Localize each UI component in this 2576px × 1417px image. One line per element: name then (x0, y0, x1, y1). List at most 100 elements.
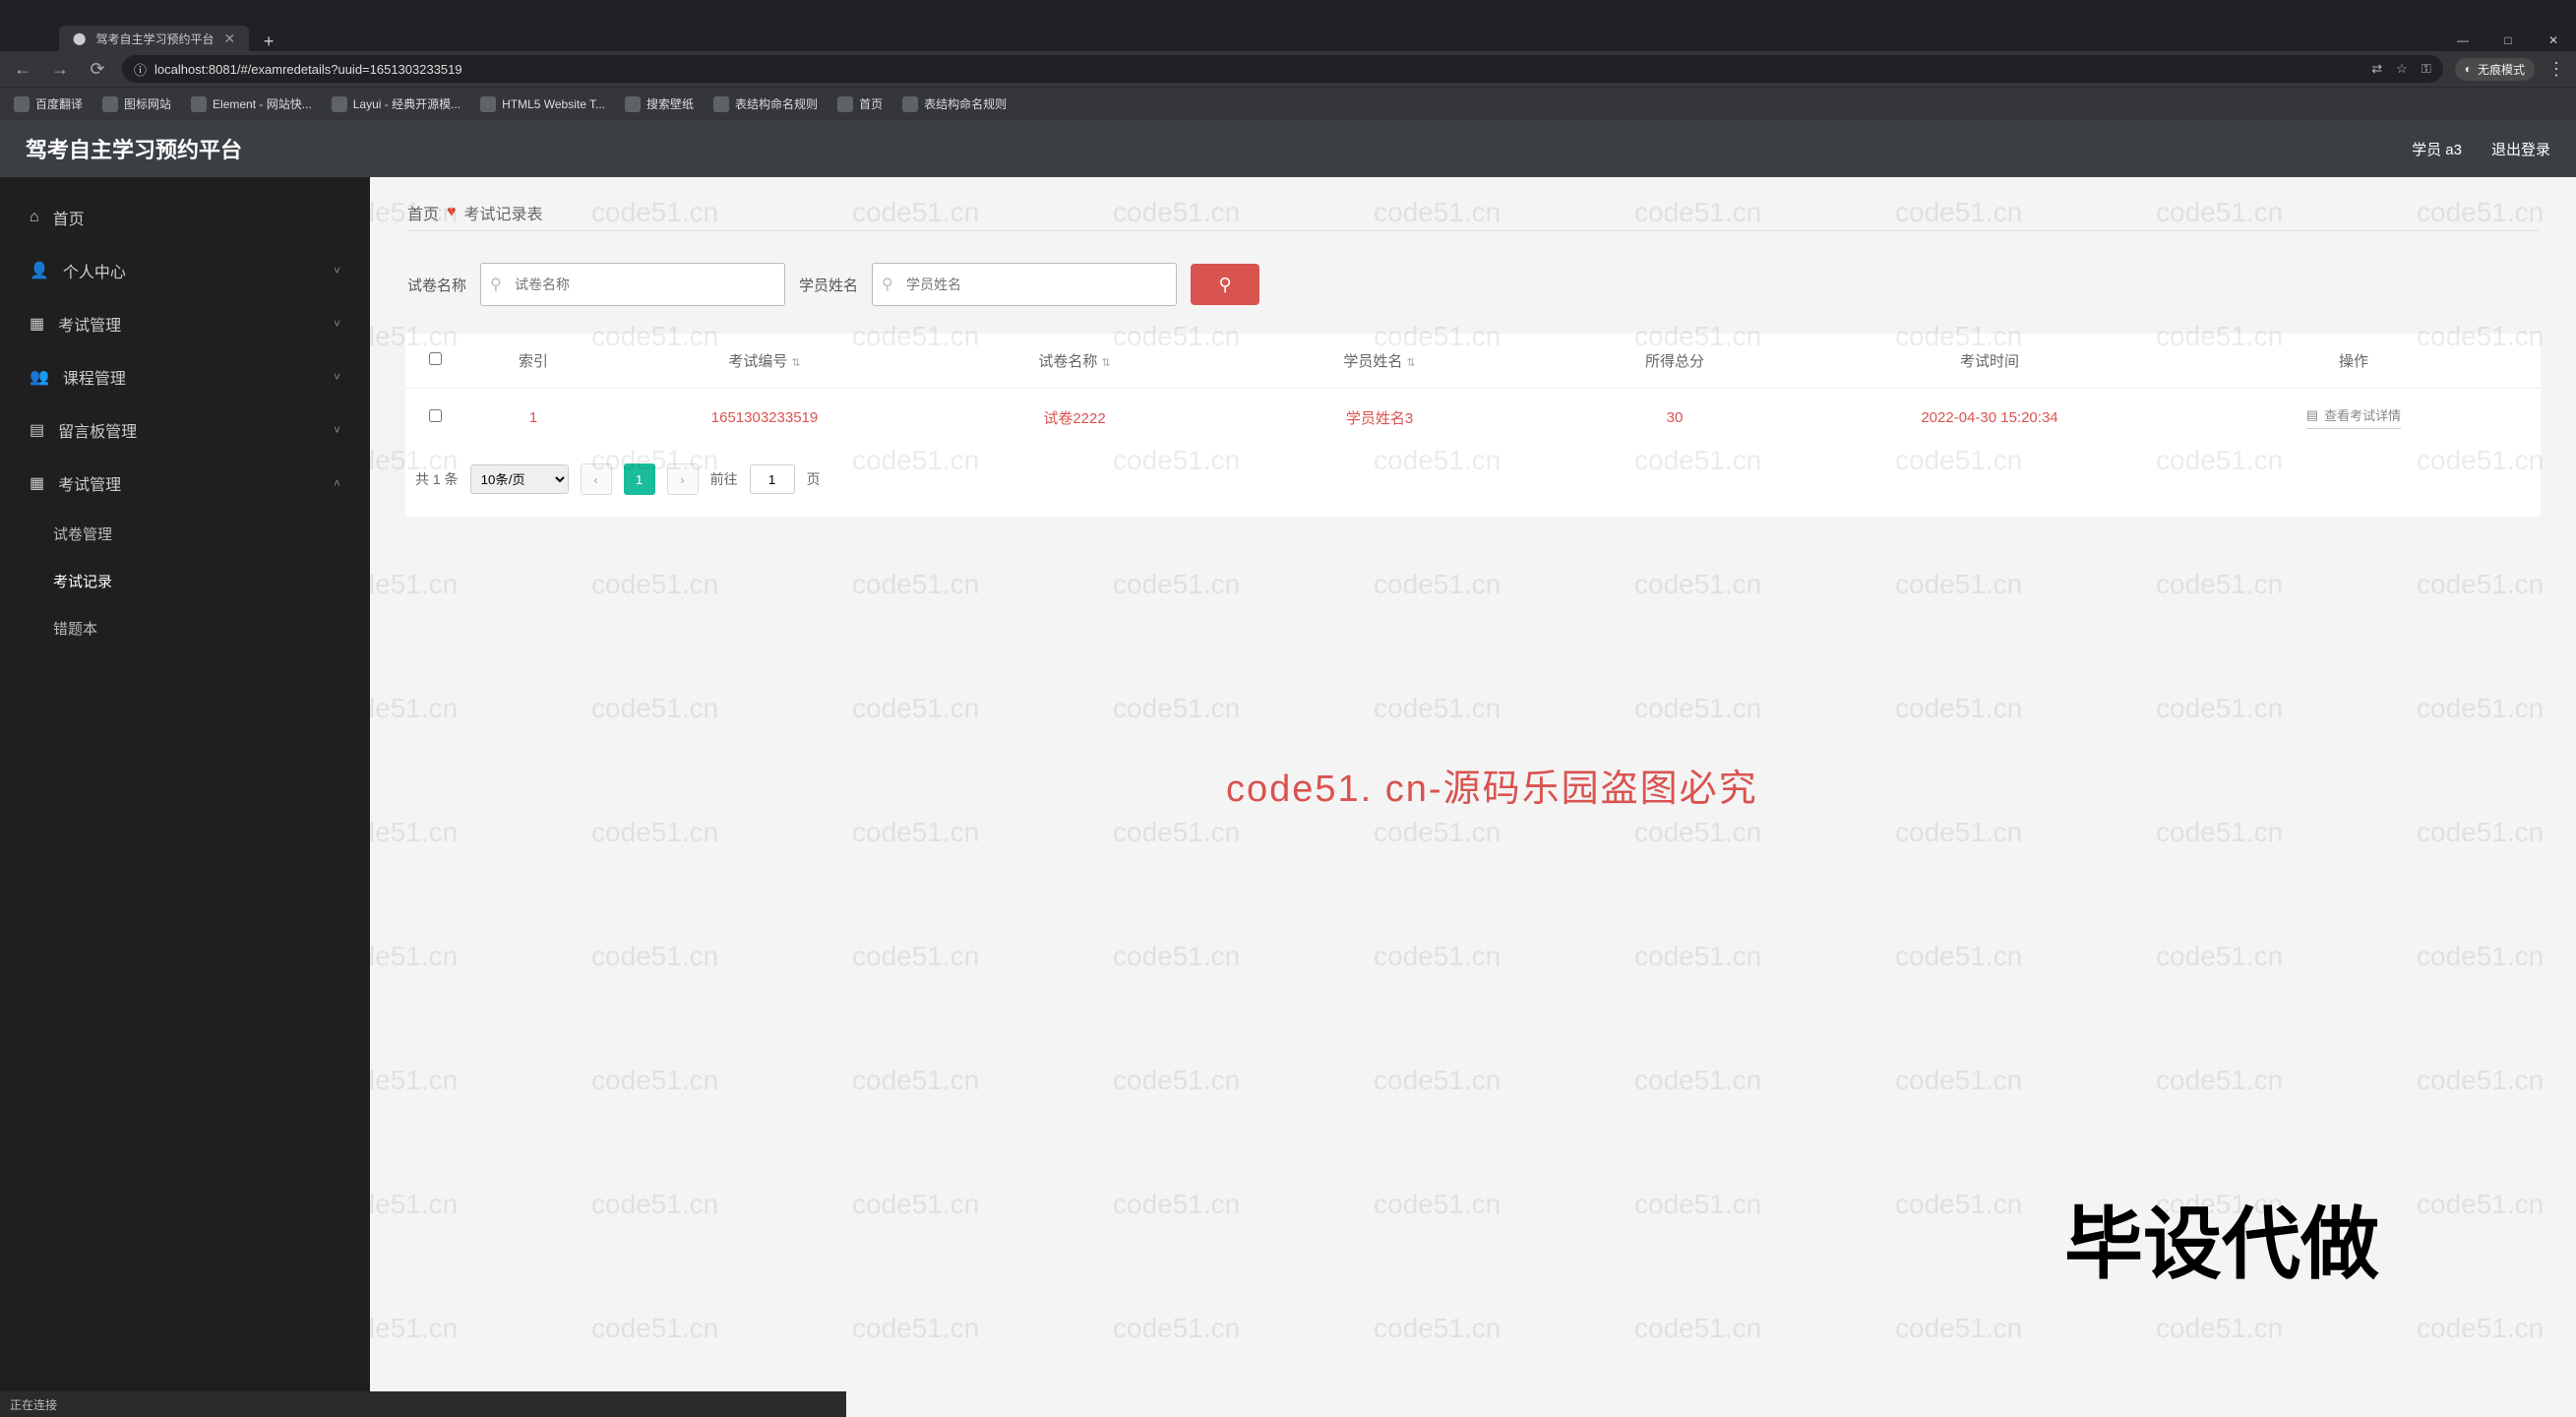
search-icon: ⚲ (490, 275, 502, 294)
message-icon: ▤ (30, 420, 44, 440)
watermark-center: code51. cn-源码乐园盗图必究 (1226, 758, 1758, 812)
cell-paper-name: 试卷2222 (927, 407, 1222, 428)
paper-name-input[interactable] (480, 263, 785, 306)
bookmark-item[interactable]: 首页 (837, 95, 883, 112)
close-button[interactable]: ✕ (2531, 30, 2576, 51)
data-table: 索引 考试编号 试卷名称 学员姓名 所得总分 考试时间 操作 1 1651303… (405, 334, 2541, 517)
maximize-button[interactable]: □ (2485, 30, 2531, 51)
col-score[interactable]: 所得总分 (1537, 350, 1812, 371)
bookmark-item[interactable]: Element - 网站快... (191, 95, 312, 112)
close-icon[interactable]: ✕ (223, 31, 235, 47)
sidebar-item-label: 考试管理 (58, 312, 121, 336)
breadcrumb-home[interactable]: 首页 (407, 201, 439, 224)
col-exam-number[interactable]: 考试编号 (602, 350, 927, 371)
window-titlebar (0, 0, 2576, 24)
sidebar-sub-record[interactable]: 考试记录 (0, 557, 370, 604)
new-tab-button[interactable]: + (259, 31, 278, 51)
sidebar-item-home[interactable]: ⌂首页 (0, 191, 370, 244)
password-key-icon[interactable]: ⚿ (2422, 61, 2431, 77)
reload-button[interactable]: ⟳ (85, 56, 110, 82)
bookmark-favicon (102, 96, 118, 112)
pager-goto-input[interactable] (750, 464, 795, 494)
url-text: localhost:8081/#/examredetails?uuid=1651… (154, 62, 462, 77)
browser-menu-button[interactable]: ⋮ (2546, 59, 2566, 80)
bookmark-label: 图标网站 (124, 95, 171, 112)
sidebar-sub-label: 试卷管理 (53, 524, 112, 544)
chevron-down-icon: ˅ (334, 423, 340, 437)
bookmark-favicon (837, 96, 853, 112)
col-student-name[interactable]: 学员姓名 (1222, 350, 1537, 371)
minimize-button[interactable]: — (2440, 30, 2485, 51)
bookmark-favicon (191, 96, 207, 112)
url-input[interactable]: ⓘ localhost:8081/#/examredetails?uuid=16… (122, 55, 2443, 83)
sidebar-item-profile[interactable]: 👤个人中心˅ (0, 244, 370, 297)
chevron-up-icon: ˄ (334, 476, 340, 490)
sidebar-item-message[interactable]: ▤ 留言板管理 ˅ (0, 403, 370, 457)
bookmark-item[interactable]: 图标网站 (102, 95, 171, 112)
pager-prev-button[interactable]: ‹ (581, 463, 612, 495)
exam-icon: ▦ (30, 314, 44, 334)
watermark-ad: 毕设代做 (2064, 1181, 2379, 1295)
sidebar-sub-wrong[interactable]: 错题本 (0, 604, 370, 651)
browser-addressbar: ← → ⟳ ⓘ localhost:8081/#/examredetails?u… (0, 51, 2576, 87)
current-user-label[interactable]: 学员 a3 (2412, 139, 2462, 159)
incognito-badge[interactable]: ◐ 无痕模式 (2455, 58, 2535, 81)
bookmark-favicon (713, 96, 729, 112)
bookmark-item[interactable]: 百度翻译 (14, 95, 83, 112)
col-paper-name[interactable]: 试卷名称 (927, 350, 1222, 371)
sidebar-item-exam2[interactable]: ▦ 考试管理 ˄ (0, 457, 370, 510)
sidebar-item-course[interactable]: 👥课程管理˅ (0, 350, 370, 403)
incognito-label: 无痕模式 (2478, 61, 2525, 78)
pager-page-1[interactable]: 1 (624, 463, 655, 495)
search-button[interactable]: ⚲ (1191, 264, 1259, 305)
bookmark-label: 首页 (859, 95, 883, 112)
app-header: 驾考自主学习预约平台 学员 a3 退出登录 (0, 120, 2576, 177)
site-info-icon[interactable]: ⓘ (134, 60, 147, 79)
table-row: 1 1651303233519 试卷2222 学员姓名3 30 2022-04-… (405, 389, 2541, 446)
forward-button[interactable]: → (47, 56, 73, 82)
pagination: 共 1 条 10条/页 ‹ 1 › 前往 页 (405, 446, 2541, 517)
bookmark-label: Layui - 经典开源模... (353, 95, 460, 112)
exam2-icon: ▦ (30, 473, 44, 493)
bookmark-star-icon[interactable]: ☆ (2396, 61, 2408, 77)
breadcrumb-current: 考试记录表 (464, 201, 543, 224)
sidebar-item-label: 个人中心 (63, 259, 126, 282)
sidebar-item-label: 课程管理 (63, 365, 126, 389)
cell-time: 2022-04-30 15:20:34 (1812, 409, 2167, 426)
main-content: code51.cncode51.cncode51.cncode51.cncode… (370, 177, 2576, 1417)
col-index[interactable]: 索引 (464, 350, 602, 371)
sidebar-item-label: 考试管理 (58, 471, 121, 495)
sidebar-item-exam[interactable]: ▦ 考试管理 ˅ (0, 297, 370, 350)
window-controls: — □ ✕ (2440, 30, 2576, 51)
student-name-input[interactable] (872, 263, 1177, 306)
bookmark-item[interactable]: 搜索壁纸 (625, 95, 694, 112)
student-name-label: 学员姓名 (799, 275, 858, 295)
tab-favicon: ⬤ (73, 31, 86, 45)
browser-tab[interactable]: ⬤ 驾考自主学习预约平台 ✕ (59, 26, 249, 51)
bookmark-favicon (902, 96, 918, 112)
bookmark-item[interactable]: Layui - 经典开源模... (332, 95, 460, 112)
chevron-down-icon: ˅ (334, 264, 340, 277)
sidebar-item-label: 留言板管理 (58, 418, 137, 442)
bookmark-favicon (332, 96, 347, 112)
bookmark-item[interactable]: 表结构命名规则 (713, 95, 818, 112)
bookmark-item[interactable]: 表结构命名规则 (902, 95, 1007, 112)
logout-button[interactable]: 退出登录 (2491, 139, 2550, 159)
sidebar-sub-label: 错题本 (53, 618, 97, 639)
chevron-down-icon: ˅ (334, 317, 340, 331)
back-button[interactable]: ← (10, 56, 35, 82)
sidebar-sub-paper[interactable]: 试卷管理 (0, 510, 370, 557)
paper-name-label: 试卷名称 (407, 275, 466, 295)
heart-icon: ♥ (447, 204, 457, 221)
tab-title: 驾考自主学习预约平台 (95, 31, 214, 47)
page-size-select[interactable]: 10条/页 (470, 464, 569, 494)
select-all-checkbox[interactable] (429, 352, 442, 365)
view-detail-button[interactable]: ▤ 查看考试详情 (2306, 405, 2401, 429)
bookmark-item[interactable]: HTML5 Website T... (480, 96, 605, 112)
pager-next-button[interactable]: › (667, 463, 699, 495)
row-checkbox[interactable] (429, 409, 442, 422)
table-header: 索引 考试编号 试卷名称 学员姓名 所得总分 考试时间 操作 (405, 334, 2541, 389)
col-time[interactable]: 考试时间 (1812, 350, 2167, 371)
translate-icon[interactable]: ⇄ (2371, 61, 2382, 77)
bookmark-label: HTML5 Website T... (502, 97, 605, 111)
